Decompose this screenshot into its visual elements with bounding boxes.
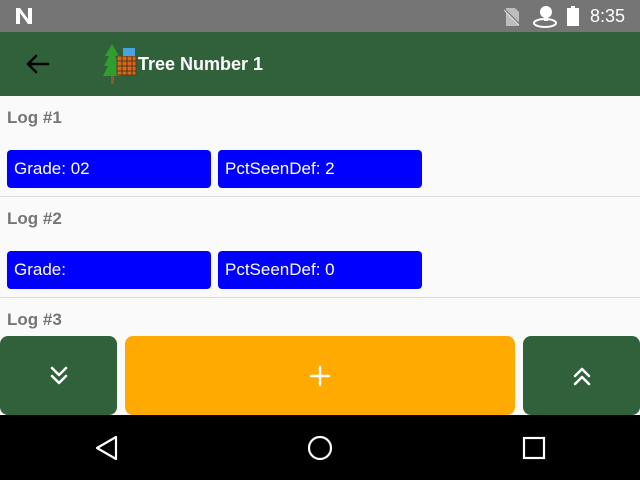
app-bar: Tree Number 1 — [0, 32, 640, 96]
tree-logo-icon — [103, 44, 137, 84]
add-log-button[interactable] — [125, 336, 515, 415]
square-recents-icon — [522, 436, 546, 460]
location-icon — [533, 6, 557, 28]
chevron-double-up-icon — [573, 367, 590, 385]
nav-recents-button[interactable] — [519, 433, 549, 463]
battery-icon — [567, 6, 579, 26]
status-clock: 8:35 — [590, 6, 626, 26]
arrow-back-icon — [26, 54, 50, 74]
log-title: Log #2 — [7, 209, 62, 228]
triangle-back-icon — [95, 435, 118, 461]
log-item-3: Log #3 — [0, 298, 640, 336]
nav-home-button[interactable] — [305, 433, 335, 463]
page-title: Tree Number 1 — [138, 54, 264, 74]
scroll-up-button[interactable] — [523, 336, 640, 415]
back-button[interactable] — [16, 48, 58, 80]
circle-home-icon — [307, 435, 333, 461]
n-notification-icon — [16, 8, 32, 24]
log-item-2: Log #2 Grade: PctSeenDef: 0 — [0, 197, 640, 298]
pct-seen-def-chip[interactable]: PctSeenDef: 2 — [218, 150, 422, 188]
grade-chip[interactable]: Grade: — [7, 251, 211, 289]
pct-seen-def-chip[interactable]: PctSeenDef: 0 — [218, 251, 422, 289]
no-sim-icon — [503, 8, 521, 26]
log-title: Log #3 — [7, 310, 62, 329]
log-list: Log #1 Grade: 02 PctSeenDef: 2 Log #2 Gr… — [0, 96, 640, 336]
nav-back-button[interactable] — [92, 433, 122, 463]
status-bar: 8:35 — [0, 0, 640, 32]
log-title: Log #1 — [7, 108, 62, 127]
chevron-double-down-icon — [50, 366, 67, 384]
plus-icon — [309, 365, 331, 386]
grade-chip[interactable]: Grade: 02 — [7, 150, 211, 188]
scroll-down-button[interactable] — [0, 336, 117, 415]
system-nav-bar — [0, 415, 640, 480]
log-item-1: Log #1 Grade: 02 PctSeenDef: 2 — [0, 96, 640, 197]
